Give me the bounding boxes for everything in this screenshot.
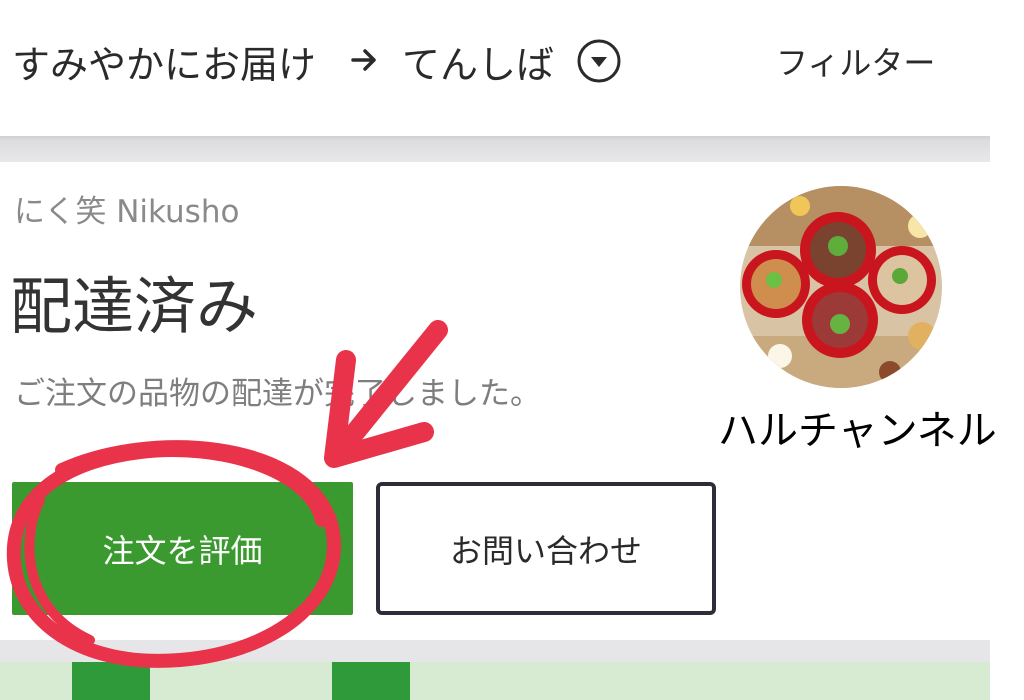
store-name[interactable]: にく笑 Nikusho [14,186,239,231]
contact-support-button[interactable]: お問い合わせ [376,482,716,615]
delivery-location[interactable]: てんしば [402,34,554,89]
order-status-title: 配達済み [10,270,259,343]
card-separator [0,640,990,662]
channel-watermark: ハルチャンネル [718,408,997,454]
chevron-down-circle-icon[interactable] [576,38,622,84]
store-photo[interactable] [740,186,942,388]
filter-button[interactable]: フィルター [776,38,935,84]
right-arrow-icon [351,49,376,71]
order-status-message: ご注文の品物の配達が完了しました。 [14,376,541,412]
next-card-tile [332,662,410,700]
rate-order-button[interactable]: 注文を評価 [12,482,353,615]
food-bowls-image [740,186,942,388]
next-card-tile [72,662,150,700]
header-divider [0,136,990,162]
delivery-mode-label[interactable]: すみやかにお届け [12,34,316,89]
order-status-screen: すみやかにお届け てんしば フィルター にく笑 Nikusho 配達済み ご注文… [0,0,1024,700]
